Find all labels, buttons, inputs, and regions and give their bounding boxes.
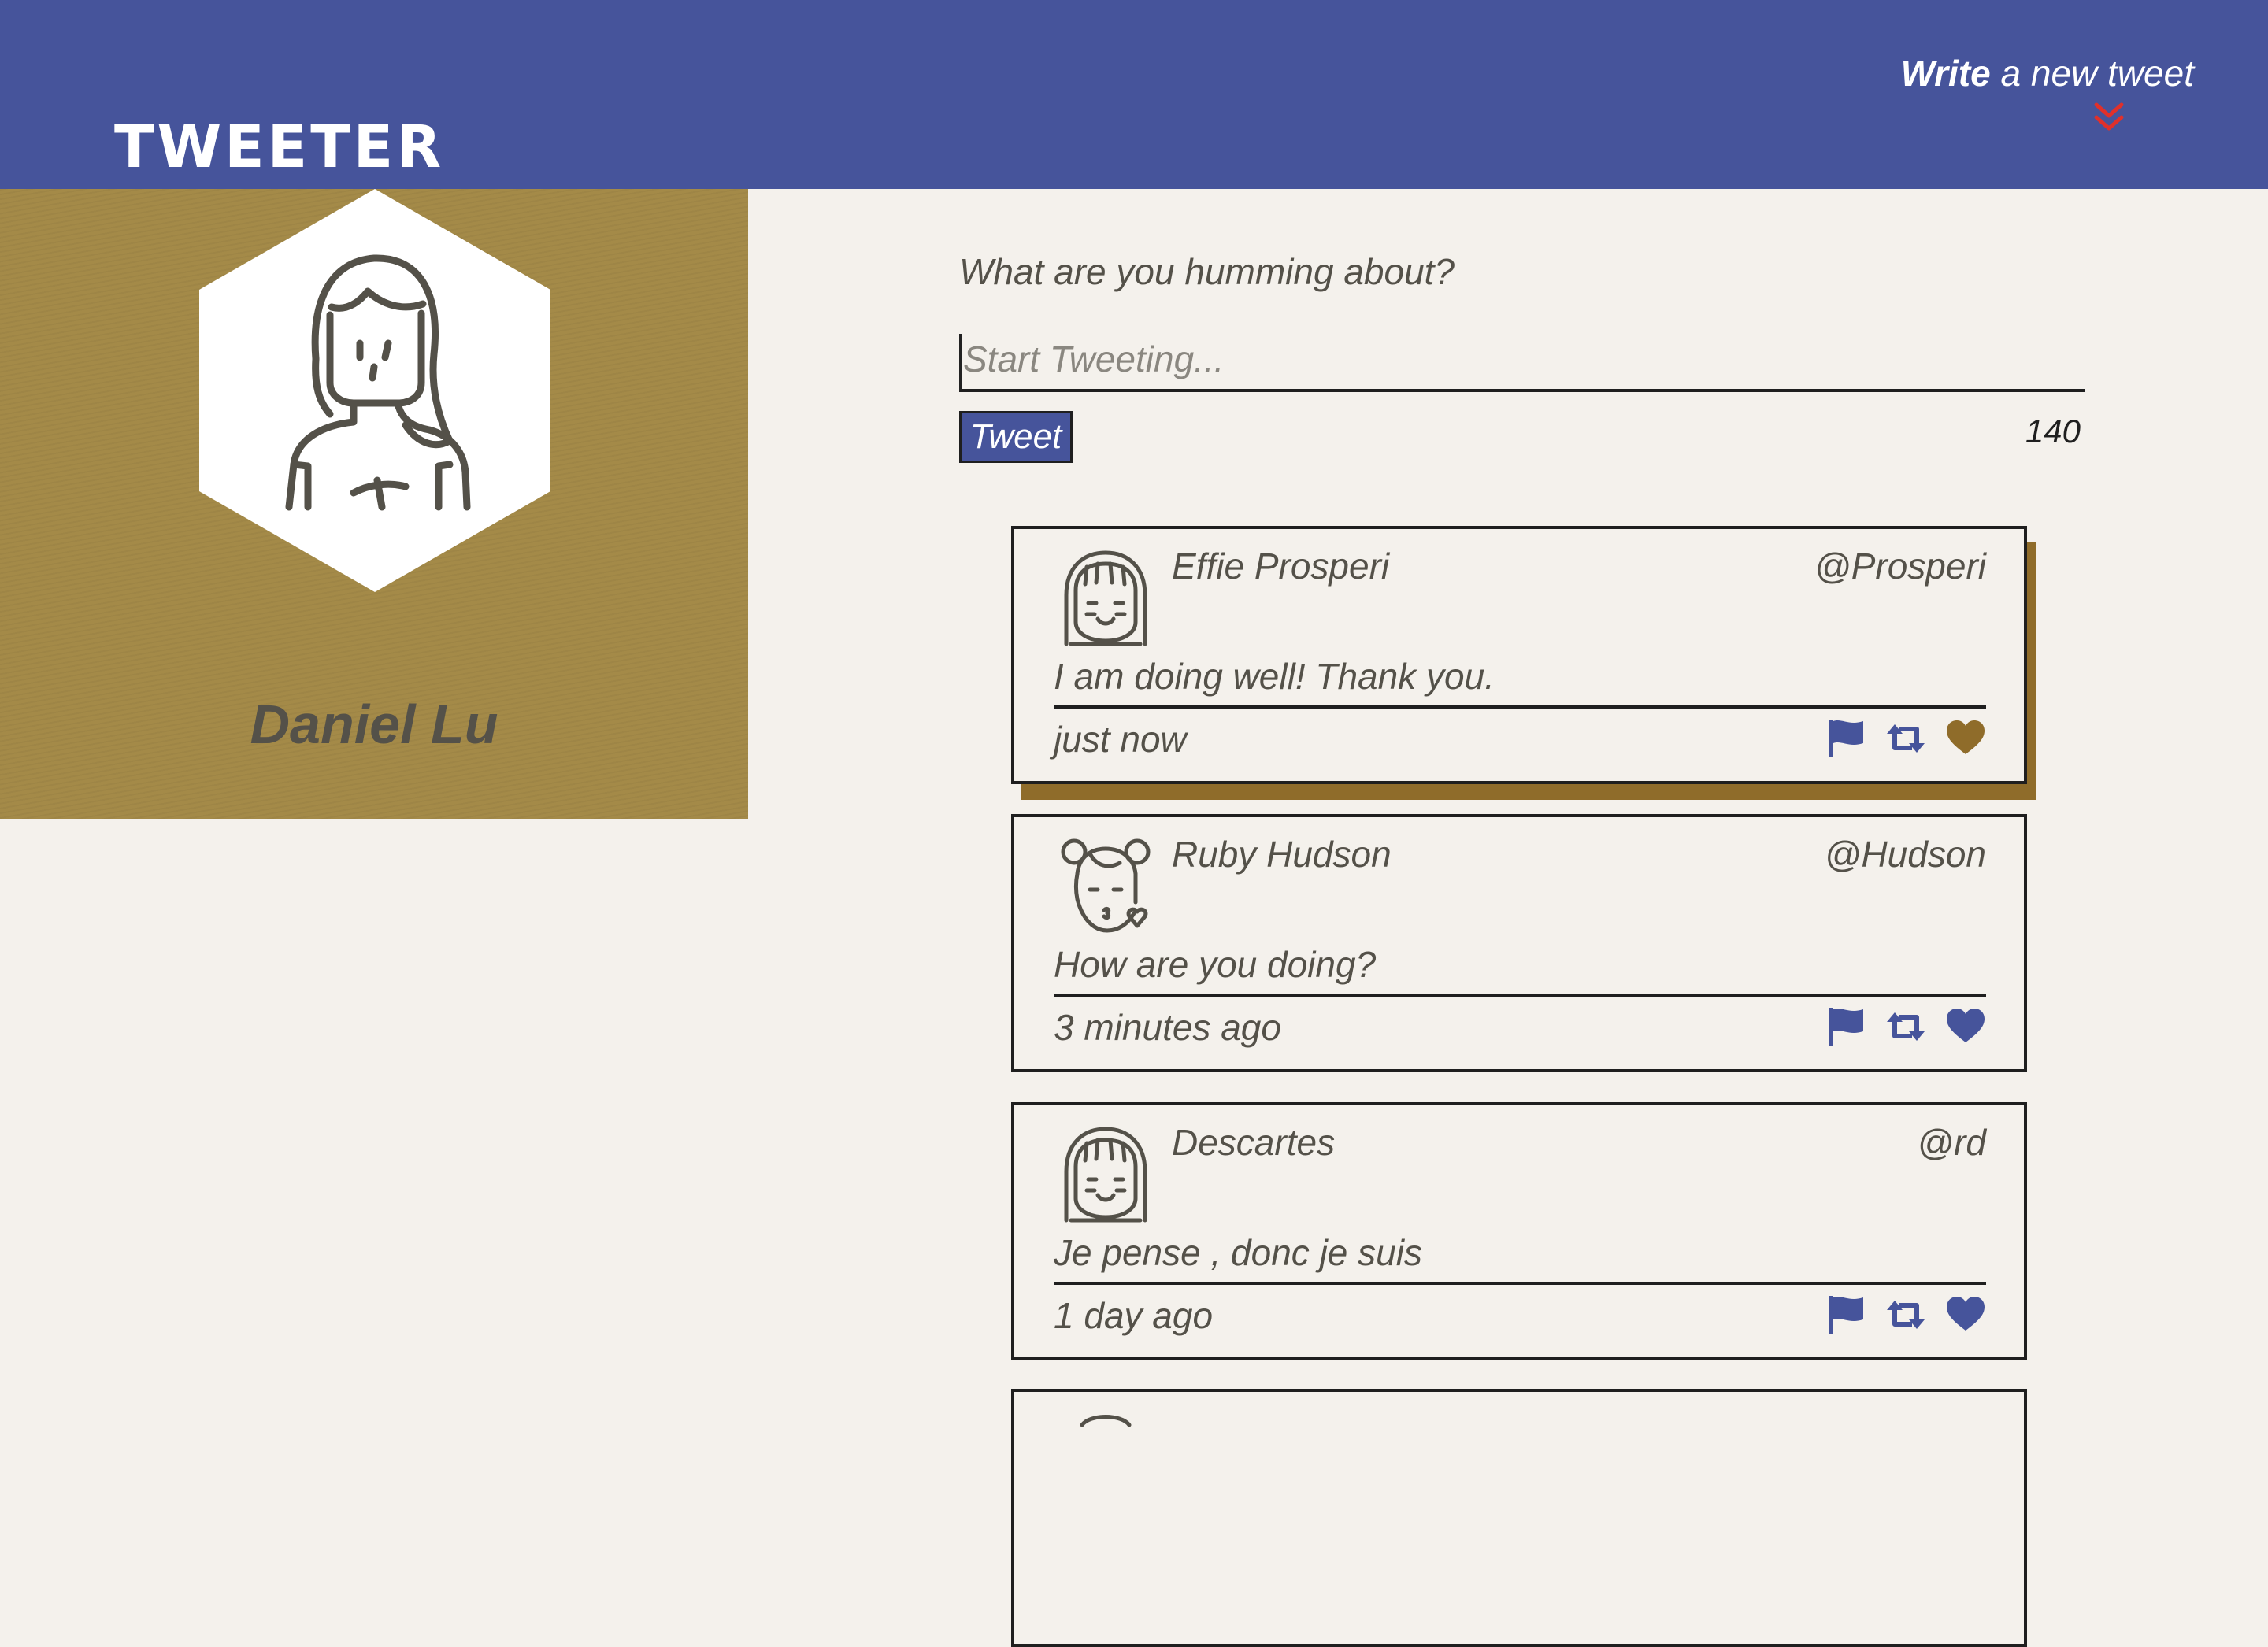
avatar-icon <box>1080 1415 1132 1427</box>
tweet-user-handle[interactable]: @Hudson <box>1825 833 1986 875</box>
tweet-input[interactable] <box>959 334 2085 392</box>
tweet-timestamp: just now <box>1054 719 1187 760</box>
double-chevron-down-icon <box>2094 102 2124 131</box>
tweet-actions <box>1825 718 1986 759</box>
tweet-button[interactable]: Tweet <box>959 411 1073 463</box>
flag-icon[interactable] <box>1825 1294 1866 1335</box>
profile-panel: Daniel Lu <box>0 189 748 819</box>
girl-bangs-avatar-icon <box>1064 1127 1147 1223</box>
tweet-content: How are you doing? <box>1054 943 1986 997</box>
heart-icon[interactable] <box>1945 718 1986 759</box>
tweet-timestamp: 1 day ago <box>1054 1295 1214 1336</box>
tweet-actions <box>1825 1006 1986 1047</box>
girl-kiss-avatar-icon <box>1061 838 1151 933</box>
heart-icon[interactable] <box>1945 1294 1986 1335</box>
tweet-composer: What are you humming about? Tweet 140 <box>959 250 2085 463</box>
woman-avatar-icon <box>199 189 550 592</box>
tweet-actions <box>1825 1294 1986 1335</box>
tweet-card: Effie Prosperi @Prosperi I am doing well… <box>1011 526 2027 784</box>
profile-name: Daniel Lu <box>250 694 498 755</box>
heart-icon[interactable] <box>1945 1006 1986 1047</box>
tweet-content: I am doing well! Thank you. <box>1054 655 1986 709</box>
write-new-tweet-toggle[interactable]: Write a new tweet <box>1901 52 2194 135</box>
write-new-tweet-label: Write a new tweet <box>1900 53 2194 94</box>
tweet-user-handle[interactable]: @rd <box>1917 1121 1986 1164</box>
brand-logo[interactable]: TWEETER <box>114 118 444 176</box>
tweet-user-name: Ruby Hudson <box>1172 834 1392 875</box>
retweet-icon[interactable] <box>1885 1006 1926 1047</box>
girl-bangs-avatar-icon <box>1064 550 1147 646</box>
tweet-user-handle[interactable]: @Prosperi <box>1814 545 1986 587</box>
tweet-user-name: Descartes <box>1172 1122 1336 1163</box>
retweet-icon[interactable] <box>1885 718 1926 759</box>
flag-icon[interactable] <box>1825 1006 1866 1047</box>
composer-prompt: What are you humming about? <box>959 251 1455 292</box>
tweet-card: Descartes @rd Je pense , donc je suis 1 … <box>1011 1102 2027 1360</box>
tweet-card <box>1011 1389 2027 1647</box>
top-nav: TWEETER Write a new tweet <box>0 0 2268 189</box>
tweet-card: Ruby Hudson @Hudson How are you doing? 3… <box>1011 814 2027 1072</box>
tweet-timestamp: 3 minutes ago <box>1054 1007 1281 1048</box>
flag-icon[interactable] <box>1825 718 1866 759</box>
retweet-icon[interactable] <box>1885 1294 1926 1335</box>
tweet-user-name: Effie Prosperi <box>1172 546 1390 587</box>
tweet-content: Je pense , donc je suis <box>1054 1231 1986 1285</box>
character-counter: 140 <box>2025 413 2081 450</box>
